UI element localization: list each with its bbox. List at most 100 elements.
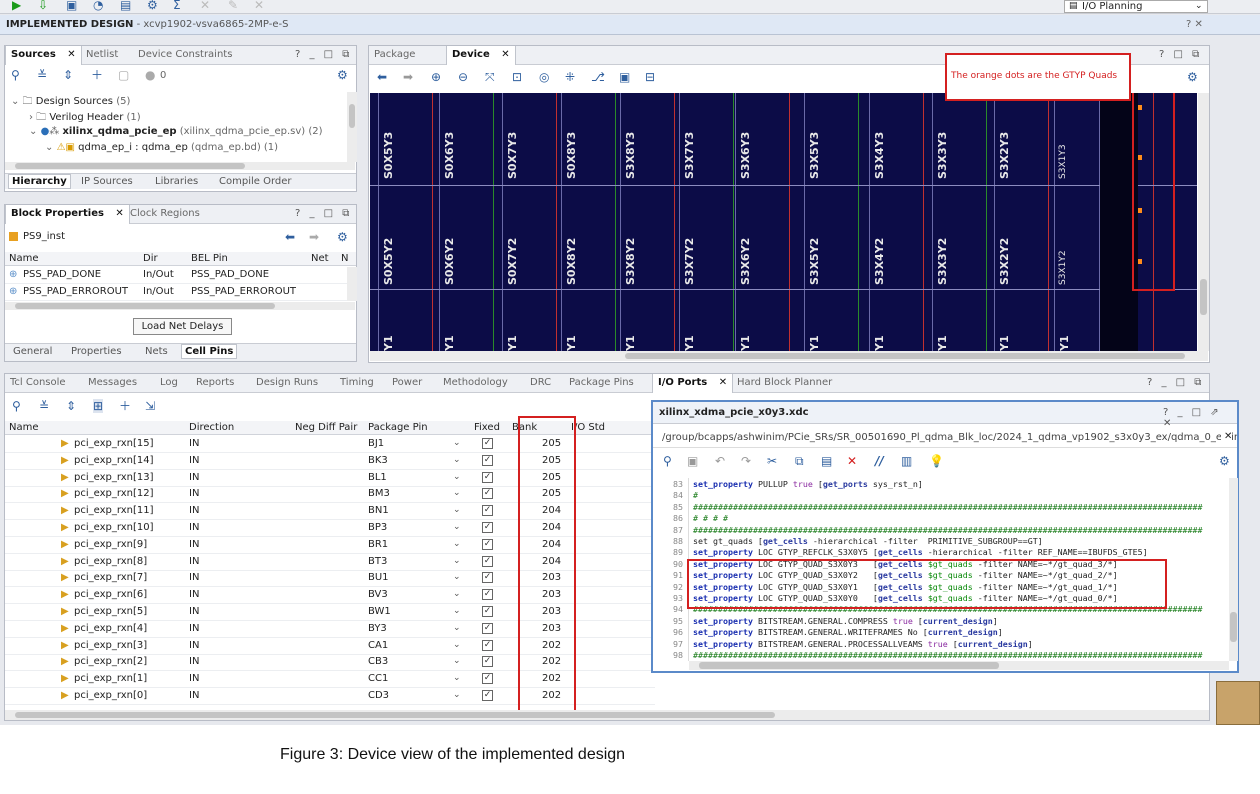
col-fixed[interactable]: Fixed: [474, 422, 500, 433]
port-package-pin[interactable]: BN1: [368, 505, 389, 516]
code-line[interactable]: 83 set_property PULLUP true [get_ports s…: [653, 479, 923, 490]
tab-tcl-console[interactable]: Tcl Console: [5, 374, 71, 393]
tab-power[interactable]: Power: [387, 374, 427, 393]
fixed-checkbox[interactable]: ✓: [482, 606, 493, 617]
chevron-down-icon[interactable]: ⌄: [453, 589, 461, 599]
search-icon[interactable]: ⚲: [12, 399, 21, 413]
tab-design-runs[interactable]: Design Runs: [251, 374, 323, 393]
redo-icon[interactable]: ↷: [741, 454, 751, 468]
clock-icon[interactable]: ◔: [93, 0, 103, 12]
col-extra[interactable]: N: [341, 253, 348, 264]
port-package-pin[interactable]: BK3: [368, 455, 388, 466]
clock-region-tile[interactable]: Y1: [1058, 335, 1071, 351]
device-hscroll[interactable]: [370, 351, 1208, 361]
tab-block-properties[interactable]: Block Properties ✕: [5, 205, 130, 224]
clock-region-tile[interactable]: Y1: [739, 335, 752, 351]
port-package-pin[interactable]: CD3: [368, 690, 389, 701]
col-dir[interactable]: Dir: [143, 253, 158, 264]
col-direction[interactable]: Direction: [189, 422, 234, 433]
sources-hscroll[interactable]: [5, 162, 355, 170]
forward-arrow-icon[interactable]: ➡: [309, 230, 319, 244]
code-line[interactable]: 89 set_property LOC GTYP_REFCLK_S3X0Y5 […: [653, 547, 1148, 558]
table-row[interactable]: ⊕ PSS_PAD_DONE In/Out PSS_PAD_DONE: [5, 267, 347, 284]
tab-compile-order[interactable]: Compile Order: [219, 176, 292, 187]
panel-controls[interactable]: ? _ □ ⧉: [295, 208, 352, 219]
zoom-area-icon[interactable]: ⊡: [512, 70, 522, 84]
clock-region-tile[interactable]: Y1: [998, 335, 1011, 351]
close-icon[interactable]: ✕: [1221, 431, 1233, 442]
chevron-down-icon[interactable]: ⌄: [453, 640, 461, 650]
clock-region-tile[interactable]: Y1: [443, 335, 456, 351]
forward-arrow-icon[interactable]: ➡: [403, 70, 413, 84]
chevron-down-icon[interactable]: ⌄: [453, 673, 461, 683]
port-package-pin[interactable]: BY3: [368, 623, 387, 634]
code-line[interactable]: 96 set_property BITSTREAM.GENERAL.WRITEF…: [653, 627, 1003, 638]
fixed-checkbox[interactable]: ✓: [482, 471, 493, 483]
route-icon[interactable]: ⎇: [591, 70, 605, 84]
clock-region-tile[interactable]: S3X5Y2: [808, 238, 821, 285]
col-package-pin[interactable]: Package Pin: [368, 422, 428, 433]
tab-device[interactable]: Device ✕: [446, 46, 516, 65]
fixed-checkbox[interactable]: ✓: [482, 673, 493, 685]
io-hscroll[interactable]: [5, 710, 1209, 720]
clock-region-tile[interactable]: S3X3Y2: [936, 238, 949, 285]
tab-hierarchy[interactable]: Hierarchy: [8, 174, 71, 189]
clock-region-tile[interactable]: Y1: [873, 335, 886, 351]
copy-icon[interactable]: ⧉: [795, 454, 804, 468]
clock-region-tile[interactable]: Y1: [382, 335, 395, 351]
clock-region-tile[interactable]: S3X4Y3: [873, 132, 886, 179]
port-package-pin[interactable]: BJ1: [368, 438, 384, 449]
clock-region-tile[interactable]: S3X8Y3: [624, 132, 637, 179]
fixed-checkbox[interactable]: ✓: [482, 488, 493, 500]
pins-vscroll[interactable]: [347, 267, 357, 301]
back-arrow-icon[interactable]: ⬅: [285, 230, 295, 244]
clock-region-tile[interactable]: S3X1Y2: [1058, 250, 1068, 285]
clock-region-tile[interactable]: S3X7Y3: [683, 132, 696, 179]
clock-region-tile[interactable]: S3X3Y3: [936, 132, 949, 179]
tab-drc[interactable]: DRC: [525, 374, 556, 393]
cut-icon[interactable]: ✕: [200, 0, 210, 12]
layout-dropdown[interactable]: ▤ I/O Planning ⌄: [1064, 0, 1208, 13]
fixed-checkbox[interactable]: ✓: [482, 454, 493, 466]
pins-hscroll[interactable]: [5, 302, 355, 310]
clock-region-tile[interactable]: S3X1Y3: [1058, 144, 1068, 179]
tab-cell-pins[interactable]: Cell Pins: [181, 344, 238, 359]
xdc-hscroll[interactable]: [689, 661, 1229, 670]
chevron-down-icon[interactable]: ⌄: [453, 438, 461, 448]
clock-region-tile[interactable]: S0X7Y2: [506, 238, 519, 285]
zoom-in-icon[interactable]: ⊕: [431, 70, 441, 84]
clock-region-tile[interactable]: S3X5Y3: [808, 132, 821, 179]
tab-clock-regions[interactable]: Clock Regions: [125, 205, 205, 224]
tree-item-design-sources[interactable]: ⌄ 🗀 Design Sources (5): [11, 94, 130, 111]
autofit-icon[interactable]: ⊟: [645, 70, 655, 84]
port-package-pin[interactable]: BP3: [368, 522, 387, 533]
chevron-down-icon[interactable]: ⌄: [453, 472, 461, 482]
tree-item-qdma-ep[interactable]: ⌄ ⚠▣ qdma_ep_i : qdma_ep (qdma_ep.bd) (1…: [45, 142, 278, 153]
comment-icon[interactable]: //: [875, 454, 884, 468]
tab-hard-block-planner[interactable]: Hard Block Planner: [732, 374, 837, 393]
panel-controls[interactable]: ? _ □ ⧉: [1147, 377, 1204, 388]
search-icon[interactable]: ⚲: [11, 68, 20, 82]
fit-selection-icon[interactable]: ▣: [619, 70, 630, 84]
tab-log[interactable]: Log: [155, 374, 183, 393]
run-icon[interactable]: ▶: [12, 0, 21, 12]
port-package-pin[interactable]: BM3: [368, 488, 390, 499]
save-icon[interactable]: ▣: [66, 0, 77, 12]
add-icon[interactable]: ＋: [91, 68, 103, 82]
group-icon[interactable]: ⊞: [93, 399, 104, 413]
port-package-pin[interactable]: BU1: [368, 572, 389, 583]
fixed-checkbox[interactable]: ✓: [482, 438, 493, 449]
clock-region-tile[interactable]: Y1: [936, 335, 949, 351]
expand-icon[interactable]: ⇕: [66, 399, 76, 413]
lightbulb-icon[interactable]: 💡: [929, 454, 944, 468]
clock-region-tile[interactable]: S3X8Y2: [624, 238, 637, 285]
tab-package[interactable]: Package: [369, 46, 420, 65]
col-net[interactable]: Net: [311, 253, 329, 264]
chevron-down-icon[interactable]: ⌄: [453, 623, 461, 633]
clock-region-tile[interactable]: S3X4Y2: [873, 238, 886, 285]
chevron-down-icon[interactable]: ⌄: [453, 556, 461, 566]
fixed-checkbox[interactable]: ✓: [482, 505, 493, 517]
port-package-pin[interactable]: CA1: [368, 640, 388, 651]
zoom-out-icon[interactable]: ⊖: [458, 70, 468, 84]
chevron-down-icon[interactable]: ⌄: [453, 690, 461, 700]
